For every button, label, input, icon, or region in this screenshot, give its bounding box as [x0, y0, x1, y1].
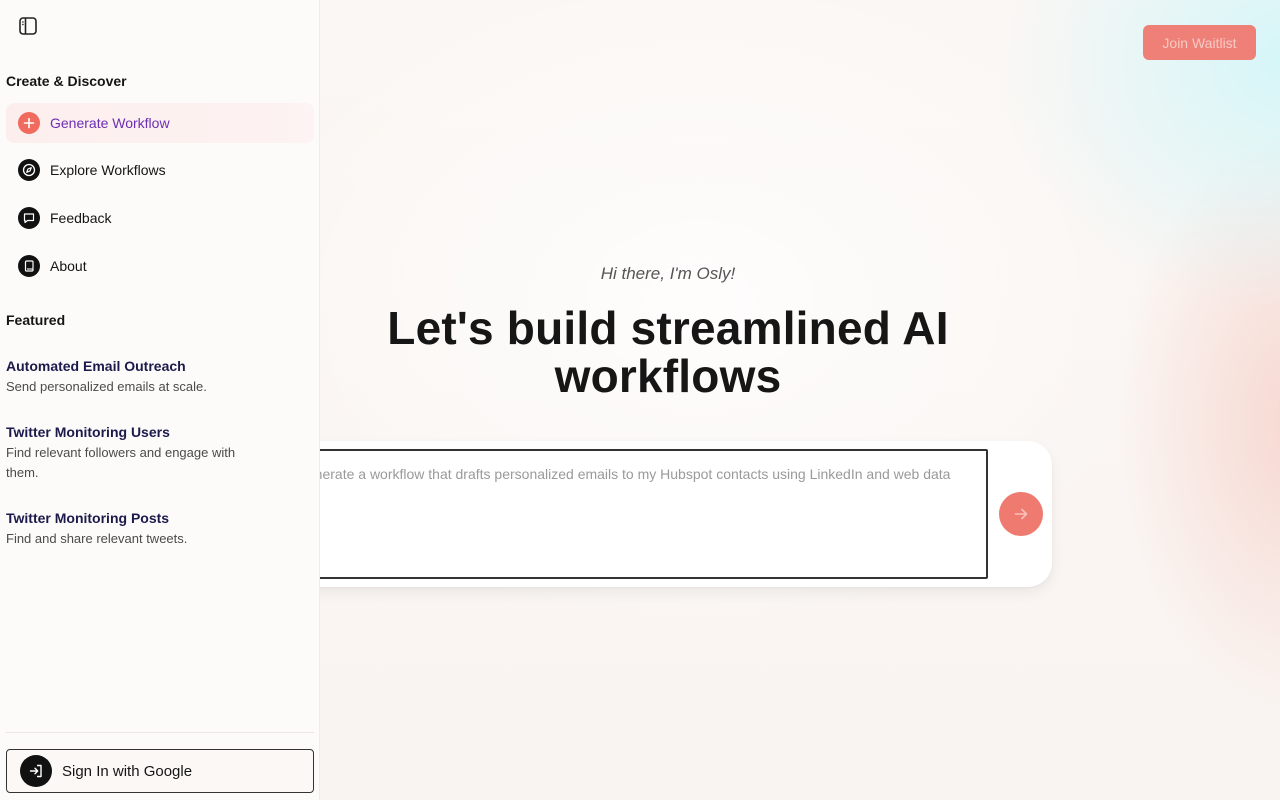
sidebar-item-label: Explore Workflows	[50, 162, 166, 178]
sign-in-label: Sign In with Google	[62, 762, 193, 780]
sign-in-icon	[20, 755, 52, 787]
book-icon	[18, 255, 40, 277]
sidebar-divider	[6, 732, 314, 733]
sidebar: Create & Discover Generate Workflow Expl…	[0, 0, 320, 800]
sidebar-toggle-button[interactable]	[16, 14, 40, 38]
plus-icon	[18, 112, 40, 134]
sidebar-item-label: Feedback	[50, 210, 112, 226]
sidebar-item-label: Generate Workflow	[50, 115, 170, 131]
sidebar-item-explore-workflows[interactable]: Explore Workflows	[6, 150, 314, 190]
featured-item-twitter-posts[interactable]: Twitter Monitoring Posts Find and share …	[6, 508, 246, 549]
featured-item-title[interactable]: Twitter Monitoring Users	[6, 422, 246, 442]
page-title: Let's build streamlined AI workflows	[387, 302, 949, 402]
prompt-input[interactable]: Generate a workflow that drafts personal…	[280, 449, 988, 579]
featured-item-title[interactable]: Twitter Monitoring Posts	[6, 508, 246, 528]
sidebar-item-about[interactable]: About	[6, 246, 314, 286]
featured-item-description: Find relevant followers and engage with …	[6, 445, 236, 480]
chat-bubble-icon	[18, 207, 40, 229]
sidebar-item-feedback[interactable]: Feedback	[6, 198, 314, 238]
featured-heading: Featured	[6, 312, 66, 328]
arrow-right-icon	[1014, 508, 1028, 520]
featured-item-email-outreach[interactable]: Automated Email Outreach Send personaliz…	[6, 356, 246, 397]
greeting-text: Hi there, I'm Osly!	[600, 264, 736, 283]
sidebar-panel-icon	[19, 17, 37, 35]
featured-item-description: Find and share relevant tweets.	[6, 531, 188, 546]
compass-icon	[18, 159, 40, 181]
create-discover-heading: Create & Discover	[6, 73, 127, 89]
sidebar-item-label: About	[50, 258, 87, 274]
featured-item-title[interactable]: Automated Email Outreach	[6, 356, 246, 376]
join-waitlist-button[interactable]: Join Waitlist	[1143, 25, 1256, 60]
sign-in-google-button[interactable]: Sign In with Google	[6, 749, 314, 793]
send-button[interactable]	[999, 492, 1043, 536]
featured-item-twitter-users[interactable]: Twitter Monitoring Users Find relevant f…	[6, 422, 246, 483]
prompt-input-text: Generate a workflow that drafts personal…	[296, 466, 951, 482]
featured-item-description: Send personalized emails at scale.	[6, 379, 207, 394]
sidebar-item-generate-workflow[interactable]: Generate Workflow	[6, 103, 314, 143]
